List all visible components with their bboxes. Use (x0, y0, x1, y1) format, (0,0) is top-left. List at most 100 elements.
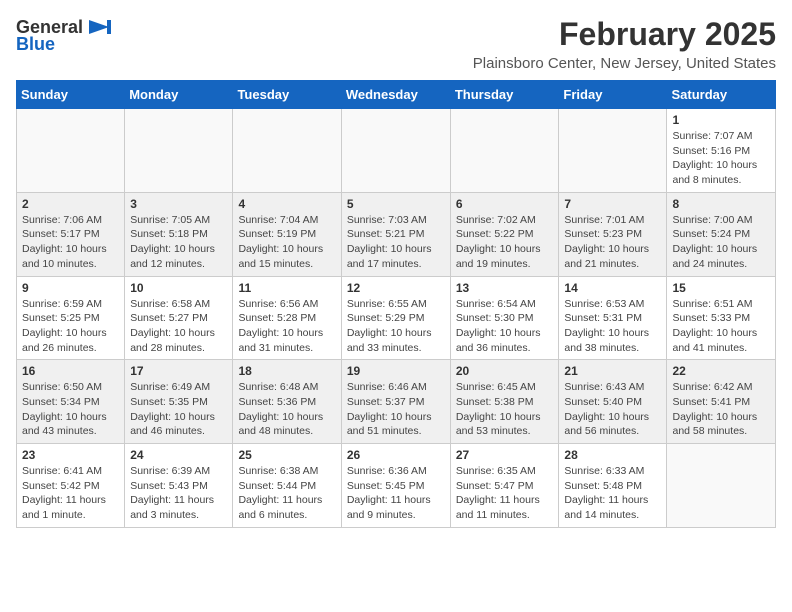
day-info: Sunrise: 6:35 AM Sunset: 5:47 PM Dayligh… (456, 464, 554, 523)
day-info: Sunrise: 6:41 AM Sunset: 5:42 PM Dayligh… (22, 464, 119, 523)
day-info: Sunrise: 6:36 AM Sunset: 5:45 PM Dayligh… (347, 464, 445, 523)
logo: General Blue (16, 16, 113, 55)
day-number: 24 (130, 448, 227, 462)
day-info: Sunrise: 6:58 AM Sunset: 5:27 PM Dayligh… (130, 297, 227, 356)
calendar-cell: 14Sunrise: 6:53 AM Sunset: 5:31 PM Dayli… (559, 276, 667, 360)
calendar-table: SundayMondayTuesdayWednesdayThursdayFrid… (16, 80, 776, 528)
day-number: 11 (238, 281, 335, 295)
day-number: 23 (22, 448, 119, 462)
calendar-cell: 22Sunrise: 6:42 AM Sunset: 5:41 PM Dayli… (667, 360, 776, 444)
day-number: 6 (456, 197, 554, 211)
calendar-cell (450, 109, 559, 193)
weekday-header-saturday: Saturday (667, 81, 776, 109)
day-number: 16 (22, 364, 119, 378)
day-info: Sunrise: 6:56 AM Sunset: 5:28 PM Dayligh… (238, 297, 335, 356)
day-info: Sunrise: 6:33 AM Sunset: 5:48 PM Dayligh… (564, 464, 661, 523)
calendar-cell: 25 Sunrise: 6:38 AM Sunset: 5:44 PM Dayli… (233, 444, 341, 528)
weekday-header-sunday: Sunday (17, 81, 125, 109)
day-number: 20 (456, 364, 554, 378)
weekday-header-monday: Monday (125, 81, 233, 109)
calendar-cell: 4 Sunrise: 7:04 AM Sunset: 5:19 PM Daylig… (233, 192, 341, 276)
calendar-week-3: 9 Sunrise: 6:59 AM Sunset: 5:25 PM Daylig… (17, 276, 776, 360)
day-info: Sunrise: 6:39 AM Sunset: 5:43 PM Dayligh… (130, 464, 227, 523)
day-number: 21 (564, 364, 661, 378)
calendar-cell: 11 Sunrise: 6:56 AM Sunset: 5:28 PM Dayli… (233, 276, 341, 360)
calendar-cell: 24 Sunrise: 6:39 AM Sunset: 5:43 PM Dayli… (125, 444, 233, 528)
calendar-week-4: 16 Sunrise: 6:50 AM Sunset: 5:34 PM Dayli… (17, 360, 776, 444)
day-number: 28 (564, 448, 661, 462)
day-number: 19 (347, 364, 445, 378)
calendar-cell: 16 Sunrise: 6:50 AM Sunset: 5:34 PM Dayli… (17, 360, 125, 444)
calendar-cell: 2 Sunrise: 7:06 AM Sunset: 5:17 PM Daylig… (17, 192, 125, 276)
day-number: 25 (238, 448, 335, 462)
calendar-cell (559, 109, 667, 193)
calendar-cell: 13 Sunrise: 6:54 AM Sunset: 5:30 PM Dayli… (450, 276, 559, 360)
day-number: 9 (22, 281, 119, 295)
day-number: 18 (238, 364, 335, 378)
day-info: Sunrise: 6:50 AM Sunset: 5:34 PM Dayligh… (22, 380, 119, 439)
day-number: 1 (672, 113, 770, 127)
day-info: Sunrise: 7:05 AM Sunset: 5:18 PM Dayligh… (130, 213, 227, 272)
page-title: February 2025 (473, 16, 776, 53)
day-number: 14 (564, 281, 661, 295)
day-number: 17 (130, 364, 227, 378)
weekday-header-row: SundayMondayTuesdayWednesdayThursdayFrid… (17, 81, 776, 109)
calendar-cell: 6 Sunrise: 7:02 AM Sunset: 5:22 PM Daylig… (450, 192, 559, 276)
weekday-header-wednesday: Wednesday (341, 81, 450, 109)
day-number: 2 (22, 197, 119, 211)
calendar-cell: 5Sunrise: 7:03 AM Sunset: 5:21 PM Daylig… (341, 192, 450, 276)
day-number: 4 (238, 197, 335, 211)
weekday-header-tuesday: Tuesday (233, 81, 341, 109)
day-info: Sunrise: 6:48 AM Sunset: 5:36 PM Dayligh… (238, 380, 335, 439)
calendar-cell: 26 Sunrise: 6:36 AM Sunset: 5:45 PM Dayli… (341, 444, 450, 528)
day-number: 5 (347, 197, 445, 211)
logo-icon (85, 16, 113, 38)
title-area: February 2025 Plainsboro Center, New Jer… (473, 16, 776, 72)
calendar-cell (125, 109, 233, 193)
day-info: Sunrise: 7:04 AM Sunset: 5:19 PM Dayligh… (238, 213, 335, 272)
calendar-cell: 20 Sunrise: 6:45 AM Sunset: 5:38 PM Dayli… (450, 360, 559, 444)
calendar-cell: 3Sunrise: 7:05 AM Sunset: 5:18 PM Daylig… (125, 192, 233, 276)
day-info: Sunrise: 7:07 AM Sunset: 5:16 PM Dayligh… (672, 129, 770, 188)
day-info: Sunrise: 6:38 AM Sunset: 5:44 PM Dayligh… (238, 464, 335, 523)
day-info: Sunrise: 7:02 AM Sunset: 5:22 PM Dayligh… (456, 213, 554, 272)
day-number: 8 (672, 197, 770, 211)
calendar-week-1: 1 Sunrise: 7:07 AM Sunset: 5:16 PM Daylig… (17, 109, 776, 193)
day-info: Sunrise: 6:46 AM Sunset: 5:37 PM Dayligh… (347, 380, 445, 439)
day-info: Sunrise: 7:00 AM Sunset: 5:24 PM Dayligh… (672, 213, 770, 272)
day-info: Sunrise: 6:49 AM Sunset: 5:35 PM Dayligh… (130, 380, 227, 439)
day-number: 27 (456, 448, 554, 462)
page-subtitle: Plainsboro Center, New Jersey, United St… (473, 55, 776, 72)
day-info: Sunrise: 7:06 AM Sunset: 5:17 PM Dayligh… (22, 213, 119, 272)
calendar-cell: 19 Sunrise: 6:46 AM Sunset: 5:37 PM Dayli… (341, 360, 450, 444)
day-info: Sunrise: 7:01 AM Sunset: 5:23 PM Dayligh… (564, 213, 661, 272)
day-number: 26 (347, 448, 445, 462)
day-number: 13 (456, 281, 554, 295)
calendar-cell: 10 Sunrise: 6:58 AM Sunset: 5:27 PM Dayli… (125, 276, 233, 360)
calendar-cell: 12Sunrise: 6:55 AM Sunset: 5:29 PM Dayli… (341, 276, 450, 360)
day-info: Sunrise: 6:42 AM Sunset: 5:41 PM Dayligh… (672, 380, 770, 439)
day-number: 10 (130, 281, 227, 295)
day-number: 15 (672, 281, 770, 295)
logo-blue: Blue (16, 34, 55, 55)
calendar-week-5: 23 Sunrise: 6:41 AM Sunset: 5:42 PM Dayli… (17, 444, 776, 528)
weekday-header-friday: Friday (559, 81, 667, 109)
calendar-cell: 18 Sunrise: 6:48 AM Sunset: 5:36 PM Dayli… (233, 360, 341, 444)
day-number: 12 (347, 281, 445, 295)
day-info: Sunrise: 6:43 AM Sunset: 5:40 PM Dayligh… (564, 380, 661, 439)
calendar-cell: 1 Sunrise: 7:07 AM Sunset: 5:16 PM Daylig… (667, 109, 776, 193)
day-info: Sunrise: 6:54 AM Sunset: 5:30 PM Dayligh… (456, 297, 554, 356)
calendar-cell (233, 109, 341, 193)
calendar-cell: 9 Sunrise: 6:59 AM Sunset: 5:25 PM Daylig… (17, 276, 125, 360)
day-number: 7 (564, 197, 661, 211)
calendar-cell: 27 Sunrise: 6:35 AM Sunset: 5:47 PM Dayli… (450, 444, 559, 528)
day-info: Sunrise: 6:59 AM Sunset: 5:25 PM Dayligh… (22, 297, 119, 356)
calendar-cell (17, 109, 125, 193)
calendar-week-2: 2 Sunrise: 7:06 AM Sunset: 5:17 PM Daylig… (17, 192, 776, 276)
calendar-cell (667, 444, 776, 528)
calendar-cell: 23 Sunrise: 6:41 AM Sunset: 5:42 PM Dayli… (17, 444, 125, 528)
day-info: Sunrise: 6:45 AM Sunset: 5:38 PM Dayligh… (456, 380, 554, 439)
calendar-cell: 15 Sunrise: 6:51 AM Sunset: 5:33 PM Dayli… (667, 276, 776, 360)
weekday-header-thursday: Thursday (450, 81, 559, 109)
day-info: Sunrise: 6:51 AM Sunset: 5:33 PM Dayligh… (672, 297, 770, 356)
